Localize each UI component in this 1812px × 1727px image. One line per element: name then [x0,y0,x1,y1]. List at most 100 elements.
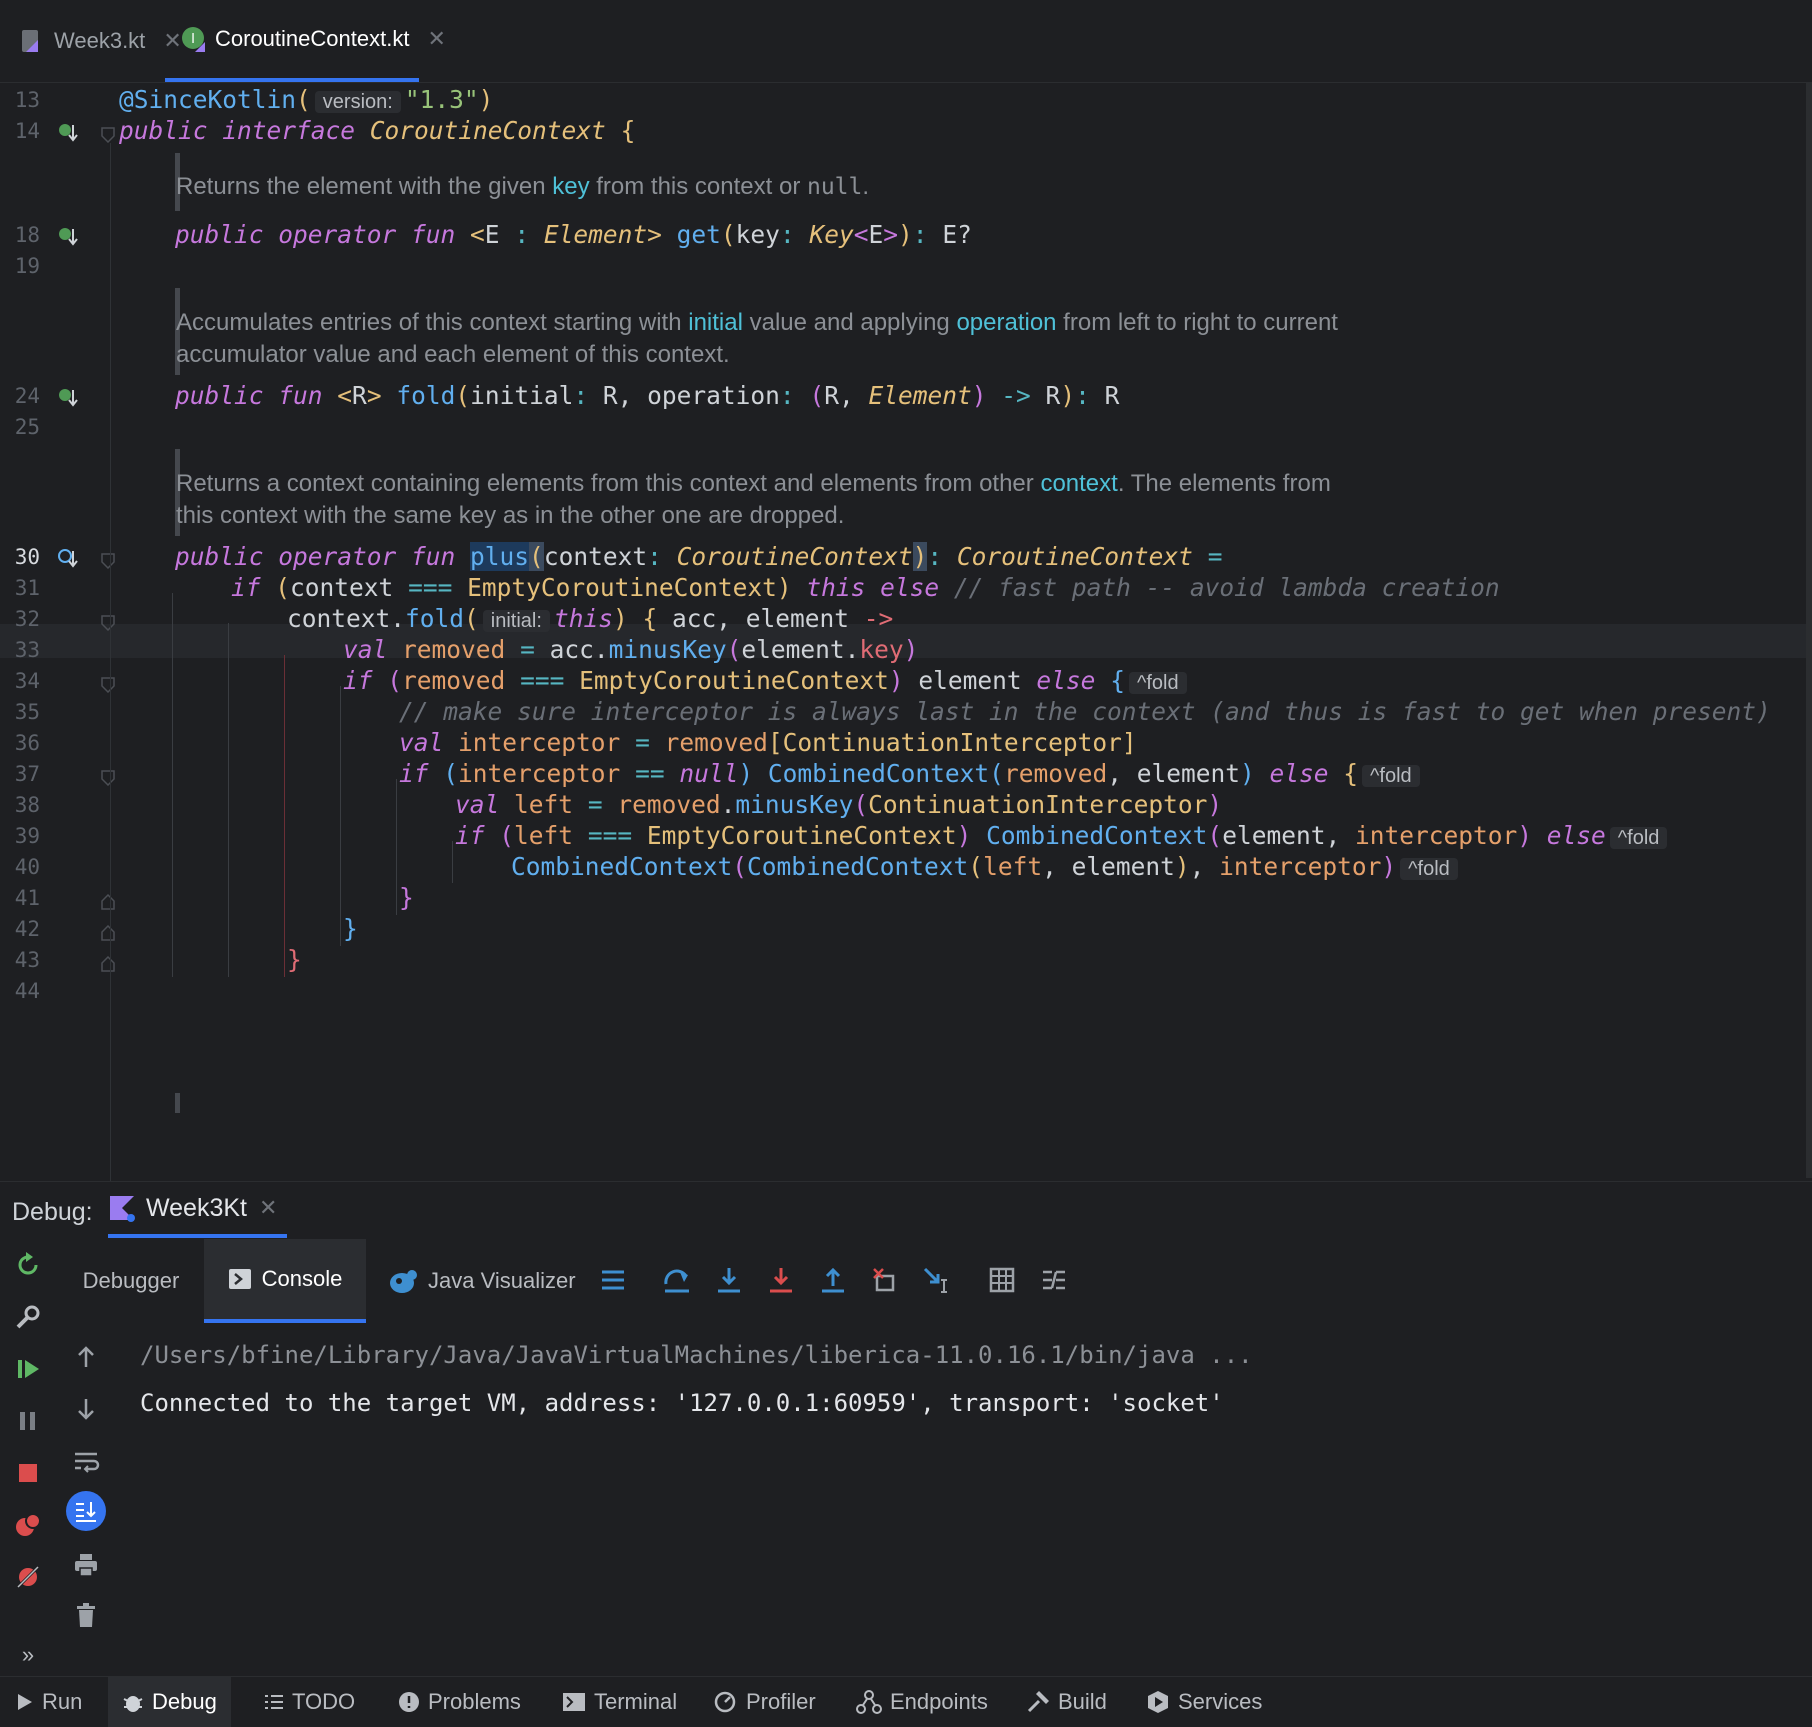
step-over-icon[interactable] [660,1263,694,1297]
code-line-41: } [399,883,414,912]
code-line-40: CombinedContext(CombinedContext(left, el… [511,852,1462,881]
run-to-cursor-icon[interactable] [920,1263,954,1297]
fold-hint: ^fold [1128,672,1187,694]
soft-wrap-icon[interactable] [70,1445,102,1477]
code-line-34: if (removed === EmptyCoroutineContext) e… [343,666,1191,695]
tab-coroutinecontext-label: CoroutineContext.kt [215,26,410,51]
console-output[interactable]: /Users/bfine/Library/Java/JavaVirtualMac… [140,1335,1253,1431]
drop-frame-icon[interactable] [868,1263,902,1297]
parameter-hint: initial: [482,610,550,632]
code-line-42: } [343,914,358,943]
more-icon[interactable]: » [12,1639,44,1671]
evaluate-expression-icon[interactable] [985,1263,1019,1297]
fold-marker-icon[interactable] [101,893,115,910]
wrench-icon[interactable] [12,1301,44,1333]
tab-console[interactable]: Console [204,1239,366,1323]
warning-circle-icon [398,1691,420,1713]
tool-todo[interactable]: TODO [264,1677,355,1727]
overridden-icon[interactable] [58,547,80,571]
kotlin-interface-icon: I [181,26,205,52]
fold-marker-icon[interactable] [101,553,115,570]
console-line: Connected to the target VM, address: '12… [140,1389,1224,1417]
tab-week3[interactable]: Week3.kt ✕ [20,0,182,82]
line-number: 30 [14,545,40,569]
implemented-icon[interactable] [58,121,80,145]
editor-scrollbar[interactable] [1806,83,1812,1178]
line-number: 18 [14,223,40,247]
line-number: 14 [14,119,40,143]
tab-week3-label: Week3.kt [54,28,146,53]
fold-marker-icon[interactable] [101,770,115,787]
code-line-33: val removed = acc.minusKey(element.key) [343,635,919,664]
fold-hint: ^fold [1400,858,1458,880]
tool-debug[interactable]: Debug [108,1677,231,1727]
line-number: 39 [14,824,40,848]
view-breakpoints-icon[interactable] [12,1509,44,1541]
fold-marker-icon[interactable] [101,955,115,972]
print-icon[interactable] [70,1549,102,1581]
code-line-37: if (interceptor == null) CombinedContext… [399,759,1424,788]
pause-icon[interactable] [12,1405,44,1437]
line-number: 24 [14,384,40,408]
line-number: 37 [14,762,40,786]
mute-breakpoints-icon[interactable] [12,1561,44,1593]
fold-hint: ^fold [1362,765,1420,787]
debug-session-tab[interactable]: Week3Kt ✕ [108,1182,288,1238]
stop-icon[interactable] [12,1457,44,1489]
debug-session-label: Week3Kt [146,1193,247,1222]
doc-comment-plus: Returns a context containing elements fr… [176,470,1331,497]
tool-build[interactable]: Build [1026,1677,1107,1727]
hammer-icon [1026,1690,1050,1714]
down-arrow-icon[interactable] [70,1393,102,1425]
trash-icon[interactable] [70,1599,102,1631]
line-number: 32 [14,607,40,631]
show-execution-point-icon[interactable] [596,1263,630,1297]
code-line-36: val interceptor = removed[ContinuationIn… [399,728,1137,757]
tool-services[interactable]: Services [1146,1677,1262,1727]
debug-panel: » Debugger Console Java Visualizer /User… [0,1239,1812,1676]
tool-terminal[interactable]: Terminal [562,1677,677,1727]
resume-icon[interactable] [12,1353,44,1385]
implemented-icon[interactable] [58,225,80,249]
tool-problems[interactable]: Problems [398,1677,521,1727]
line-number: 44 [14,979,40,1003]
fold-marker-icon[interactable] [101,677,115,694]
line-number: 35 [14,700,40,724]
bottom-tool-window-bar: Run Debug TODO Problems Terminal Profile… [0,1676,1812,1727]
up-arrow-icon[interactable] [70,1341,102,1373]
code-line-24: public fun <R> fold(initial: R, operatio… [175,381,1120,410]
tool-endpoints[interactable]: Endpoints [856,1677,988,1727]
trace-current-stream-icon[interactable] [1037,1263,1071,1297]
doc-comment-fold: Accumulates entries of this context star… [176,309,1338,336]
line-number: 19 [14,254,40,278]
fold-marker-icon[interactable] [101,924,115,941]
tool-run[interactable]: Run [16,1677,82,1727]
bug-icon [122,1691,144,1713]
scroll-to-end-icon[interactable] [66,1491,106,1531]
code-line-38: val left = removed.minusKey(Continuation… [455,790,1223,819]
close-icon[interactable]: ✕ [427,26,445,52]
rerun-icon[interactable] [12,1249,44,1281]
line-number: 36 [14,731,40,755]
close-icon[interactable]: ✕ [259,1195,277,1221]
tab-debugger[interactable]: Debugger [64,1239,198,1323]
step-out-icon[interactable] [816,1263,850,1297]
tool-profiler[interactable]: Profiler [714,1677,816,1727]
step-into-icon[interactable] [712,1263,746,1297]
services-icon [1146,1690,1170,1714]
force-step-into-icon[interactable] [764,1263,798,1297]
fold-marker-icon[interactable] [101,615,115,632]
code-line-35: // make sure interceptor is always last … [399,697,1771,726]
tab-java-visualizer[interactable]: Java Visualizer [388,1239,576,1323]
tab-coroutinecontext[interactable]: I CoroutineContext.kt ✕ [165,0,446,82]
code-line-14: public interface CoroutineContext { [119,116,636,145]
implemented-icon[interactable] [58,386,80,410]
code-editor[interactable]: 13 14 18 19 24 25 30 31 32 33 34 35 36 3… [0,83,1812,1181]
code-line-31: if (context === EmptyCoroutineContext) t… [231,573,1500,602]
line-number: 25 [14,415,40,439]
code-line-30: public operator fun plus(context: Corout… [175,542,1223,571]
parameter-hint: version: [314,91,401,113]
doc-comment-get: Returns the element with the given key f… [176,173,870,200]
fold-marker-icon[interactable] [101,127,115,144]
code-line-39: if (left === EmptyCoroutineContext) Comb… [455,821,1671,850]
